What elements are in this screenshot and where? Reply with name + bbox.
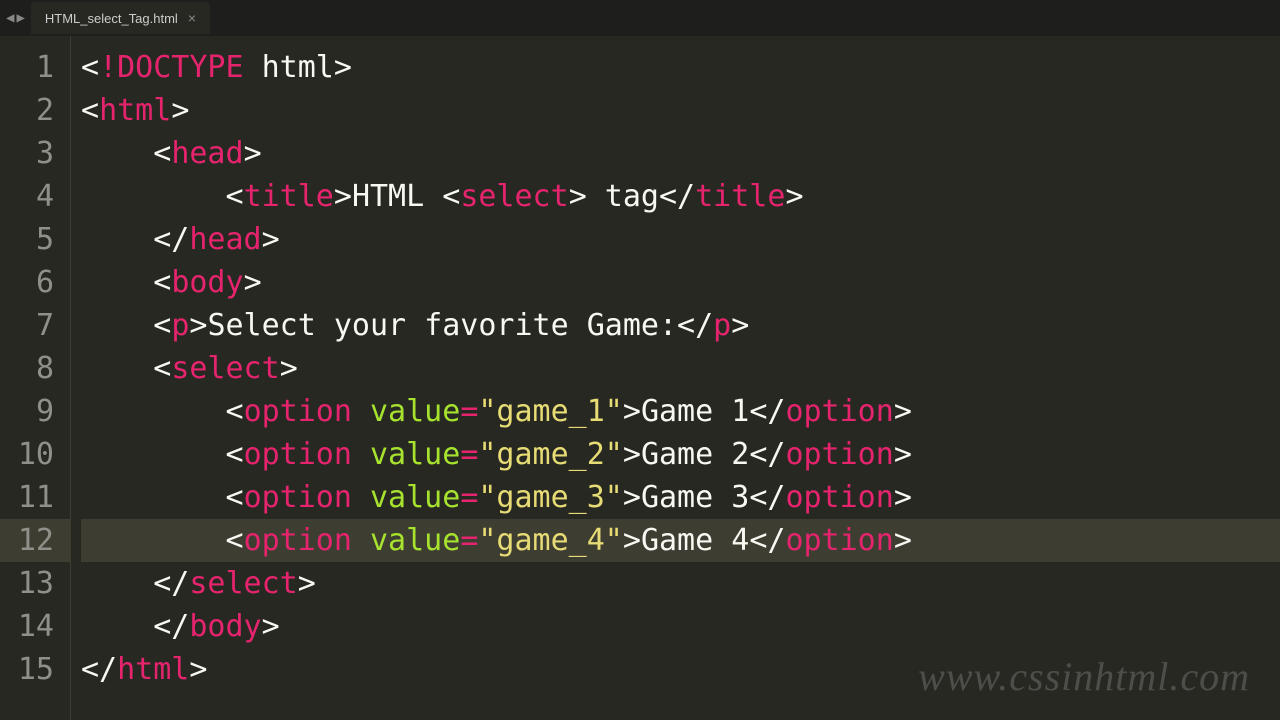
line-number: 12: [0, 519, 70, 562]
line-number: 6: [0, 261, 70, 304]
code-line: </head>: [81, 218, 1280, 261]
line-number: 9: [0, 390, 70, 433]
editor: 1 2 3 4 5 6 7 8 9 10 11 12 13 14 15 <!DO…: [0, 36, 1280, 720]
line-number: 5: [0, 218, 70, 261]
code-line: <option value="game_2">Game 2</option>: [81, 433, 1280, 476]
code-line: <body>: [81, 261, 1280, 304]
line-number: 4: [0, 175, 70, 218]
code-line: <html>: [81, 89, 1280, 132]
code-line: </body>: [81, 605, 1280, 648]
code-line: <head>: [81, 132, 1280, 175]
line-number: 15: [0, 648, 70, 691]
line-number: 11: [0, 476, 70, 519]
code-line: <select>: [81, 347, 1280, 390]
close-icon[interactable]: ×: [188, 10, 196, 26]
line-number: 1: [0, 46, 70, 89]
code-line: <!DOCTYPE html>: [81, 46, 1280, 89]
nav-back-icon[interactable]: ◀: [6, 10, 14, 26]
line-number: 13: [0, 562, 70, 605]
line-number: 10: [0, 433, 70, 476]
gutter: 1 2 3 4 5 6 7 8 9 10 11 12 13 14 15: [0, 36, 70, 720]
line-number: 8: [0, 347, 70, 390]
code-area[interactable]: <!DOCTYPE html> <html> <head> <title>HTM…: [70, 36, 1280, 720]
code-line: <option value="game_3">Game 3</option>: [81, 476, 1280, 519]
code-line: <p>Select your favorite Game:</p>: [81, 304, 1280, 347]
watermark: www.cssinhtml.com: [918, 653, 1250, 700]
code-line: <option value="game_4">Game 4</option>: [81, 519, 1280, 562]
code-line: </select>: [81, 562, 1280, 605]
code-line: <option value="game_1">Game 1</option>: [81, 390, 1280, 433]
tab-file[interactable]: HTML_select_Tag.html ×: [31, 2, 210, 34]
tab-filename: HTML_select_Tag.html: [45, 11, 178, 26]
nav-arrows: ◀ ▶: [6, 10, 25, 26]
code-line: <title>HTML <select> tag</title>: [81, 175, 1280, 218]
line-number: 7: [0, 304, 70, 347]
tab-bar: ◀ ▶ HTML_select_Tag.html ×: [0, 0, 1280, 36]
line-number: 14: [0, 605, 70, 648]
line-number: 2: [0, 89, 70, 132]
nav-forward-icon[interactable]: ▶: [16, 10, 24, 26]
line-number: 3: [0, 132, 70, 175]
